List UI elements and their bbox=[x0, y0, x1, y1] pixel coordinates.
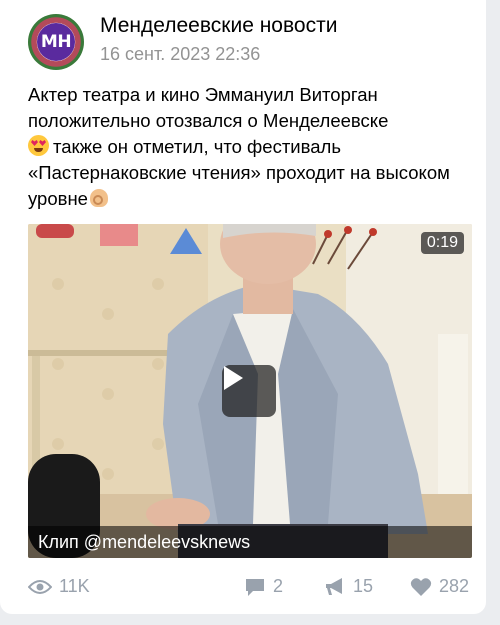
megaphone-icon bbox=[326, 577, 342, 595]
heart-eyes-emoji-icon bbox=[28, 135, 49, 156]
reposts-button[interactable]: 15 bbox=[324, 576, 373, 597]
video-duration: 0:19 bbox=[420, 232, 464, 254]
comments-button[interactable]: 2 bbox=[244, 576, 283, 597]
views-counter: 11K bbox=[28, 576, 90, 597]
heart-icon bbox=[410, 577, 432, 596]
eye-icon bbox=[28, 579, 52, 594]
play-button[interactable] bbox=[222, 365, 276, 417]
channel-name[interactable]: Менделеевские новости bbox=[100, 14, 337, 38]
play-icon bbox=[224, 366, 243, 390]
post-paragraph-1: Актер театра и кино Эммануил Виторган по… bbox=[28, 84, 389, 131]
ok-hand-emoji-icon bbox=[89, 189, 108, 207]
avatar-logo-text: МН bbox=[37, 23, 75, 61]
comment-icon bbox=[246, 578, 264, 596]
likes-button[interactable]: 282 bbox=[410, 576, 469, 597]
post-date[interactable]: 16 сент. 2023 22:36 bbox=[100, 44, 260, 65]
channel-avatar[interactable]: МН bbox=[28, 14, 84, 70]
video-caption: Клип @mendeleevsknews bbox=[28, 526, 472, 558]
post-paragraph-2: также он отметил, что фестиваль «Пастерн… bbox=[28, 134, 468, 212]
views-count: 11K bbox=[59, 576, 90, 596]
likes-count: 282 bbox=[439, 576, 470, 596]
reposts-count: 15 bbox=[353, 576, 374, 596]
post-card: МН Менделеевские новости 16 сент. 2023 2… bbox=[0, 0, 486, 614]
post-text: Актер театра и кино Эммануил Виторган по… bbox=[28, 82, 468, 212]
post-footer: 11K 2 15 282 bbox=[28, 572, 474, 602]
video-player[interactable]: 0:19 Клип @mendeleevsknews bbox=[28, 224, 472, 558]
comments-count: 2 bbox=[273, 576, 284, 596]
